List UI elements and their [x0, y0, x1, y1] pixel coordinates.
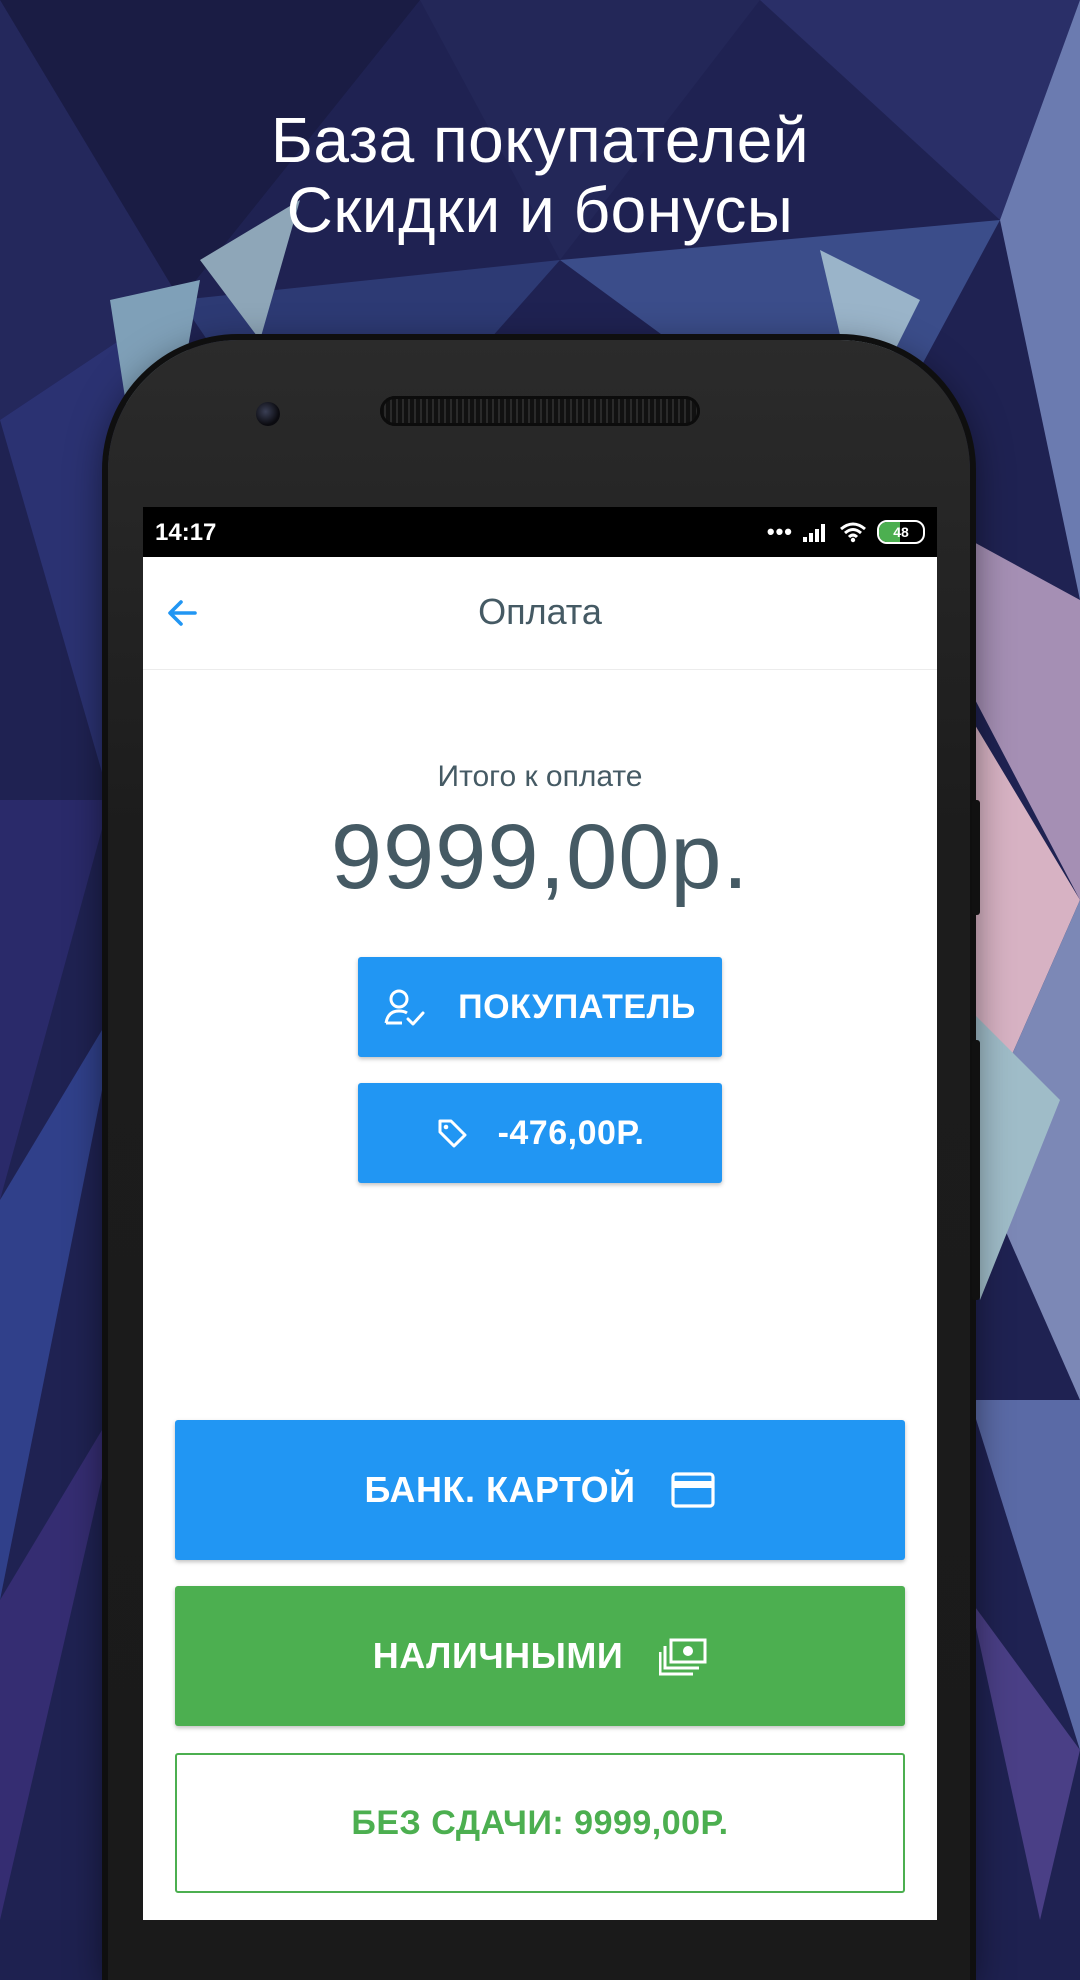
pay-by-cash-button[interactable]: НАЛИЧНЫМИ	[175, 1586, 905, 1726]
more-dots-icon: •••	[766, 519, 793, 544]
pay-by-card-label: БАНК. КАРТОЙ	[364, 1469, 636, 1510]
customer-button-label: ПОКУПАТЕЛЬ	[458, 987, 696, 1026]
battery-level: 48	[893, 524, 909, 540]
total-amount: 9999,00р.	[330, 806, 750, 908]
promo-headline: База покупателей Скидки и бонусы	[0, 105, 1080, 245]
phone-screen: 14:17 ••• 48 Оплата Итого к оплате 9999,…	[143, 507, 937, 1920]
no-change-label: БЕЗ СДАЧИ: 9999,00Р.	[351, 1803, 729, 1842]
promo-line-2: Скидки и бонусы	[286, 174, 794, 246]
discount-button[interactable]: -476,00Р.	[358, 1083, 722, 1183]
status-icons: ••• 48	[767, 519, 925, 545]
wifi-icon	[840, 522, 866, 543]
signal-icon	[803, 524, 825, 542]
user-check-icon	[384, 987, 426, 1027]
earpiece-speaker	[380, 396, 700, 426]
cash-icon	[659, 1636, 707, 1676]
battery-icon: 48	[877, 520, 925, 544]
phone-power-button	[972, 1040, 980, 1300]
tag-icon	[436, 1117, 468, 1149]
credit-card-icon	[671, 1472, 716, 1508]
customer-button[interactable]: ПОКУПАТЕЛЬ	[358, 957, 722, 1057]
pay-by-card-button[interactable]: БАНК. КАРТОЙ	[175, 1420, 905, 1560]
phone-volume-button	[972, 800, 980, 915]
total-label: Итого к оплате	[437, 760, 643, 793]
app-bar: Оплата	[143, 557, 937, 670]
front-camera	[256, 402, 280, 426]
discount-button-label: -476,00Р.	[497, 1113, 645, 1152]
status-time: 14:17	[155, 519, 217, 546]
no-change-button[interactable]: БЕЗ СДАЧИ: 9999,00Р.	[175, 1753, 905, 1893]
status-bar: 14:17 ••• 48	[143, 507, 937, 557]
pay-by-cash-label: НАЛИЧНЫМИ	[372, 1635, 624, 1676]
promo-line-1: База покупателей	[270, 104, 810, 176]
page-title: Оплата	[478, 591, 602, 632]
